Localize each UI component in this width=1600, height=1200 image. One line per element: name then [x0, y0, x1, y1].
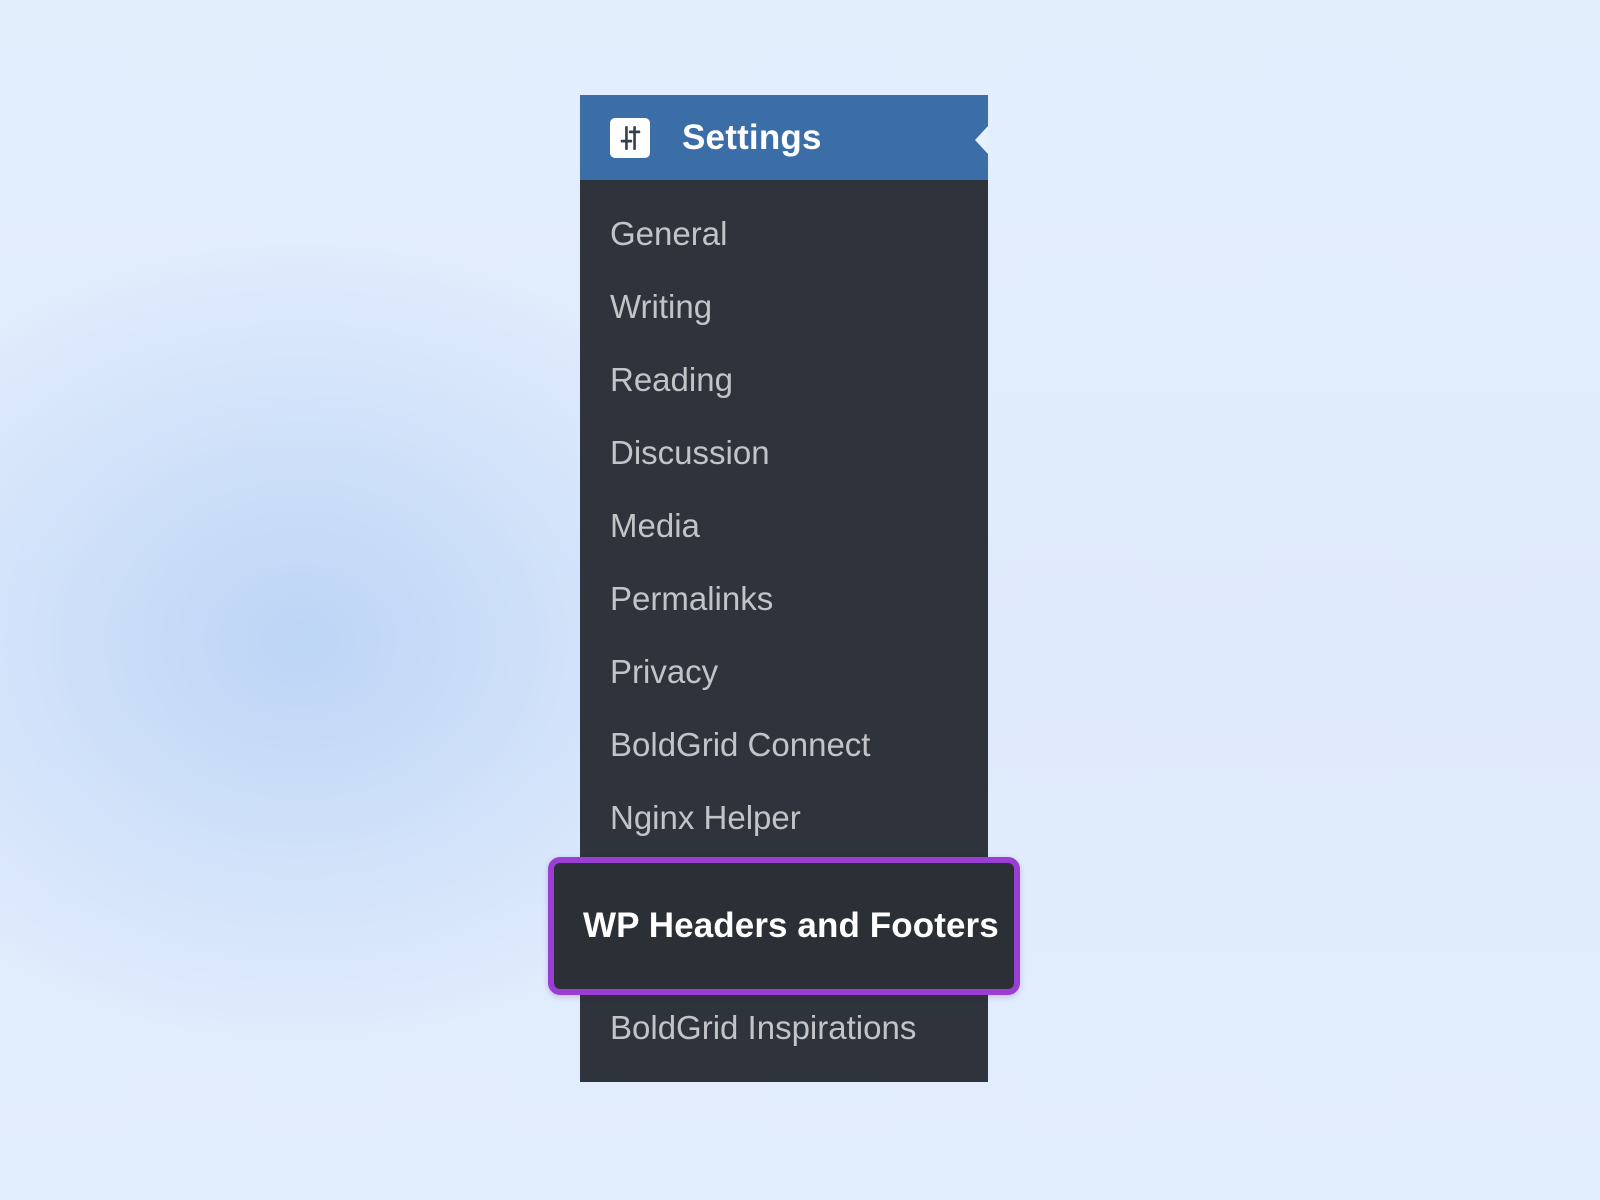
submenu-header-title: Settings	[682, 118, 822, 157]
caret-left-icon	[975, 126, 988, 154]
sidebar-item-reading[interactable]: Reading	[580, 343, 988, 416]
sidebar-item-label: Nginx Helper	[610, 799, 801, 836]
sidebar-item-label: Reading	[610, 361, 733, 398]
sidebar-item-boldgrid-inspirations[interactable]: BoldGrid Inspirations	[580, 991, 988, 1064]
sidebar-item-label: General	[610, 215, 728, 252]
highlighted-item-label: WP Headers and Footers	[583, 905, 999, 945]
sidebar-item-privacy[interactable]: Privacy	[580, 635, 988, 708]
sidebar-item-discussion[interactable]: Discussion	[580, 416, 988, 489]
sidebar-item-label: Discussion	[610, 434, 770, 471]
sidebar-item-wp-headers-and-footers[interactable]: WP Headers and Footers	[548, 857, 1020, 995]
sidebar-item-general[interactable]: General	[580, 197, 988, 270]
sidebar-item-permalinks[interactable]: Permalinks	[580, 562, 988, 635]
sidebar-item-nginx-helper[interactable]: Nginx Helper	[580, 781, 988, 854]
sidebar-item-label: BoldGrid Inspirations	[610, 1009, 917, 1046]
sidebar-item-label: Media	[610, 507, 700, 544]
submenu-header: Settings	[580, 95, 988, 180]
sidebar-item-label: Writing	[610, 288, 713, 325]
sidebar-item-label: Permalinks	[610, 580, 774, 617]
settings-sliders-icon	[610, 117, 650, 158]
sidebar-item-writing[interactable]: Writing	[580, 270, 988, 343]
sidebar-item-label: Privacy	[610, 653, 719, 690]
sidebar-item-media[interactable]: Media	[580, 489, 988, 562]
sidebar-item-label: BoldGrid Connect	[610, 726, 871, 763]
sidebar-item-boldgrid-connect[interactable]: BoldGrid Connect	[580, 708, 988, 781]
